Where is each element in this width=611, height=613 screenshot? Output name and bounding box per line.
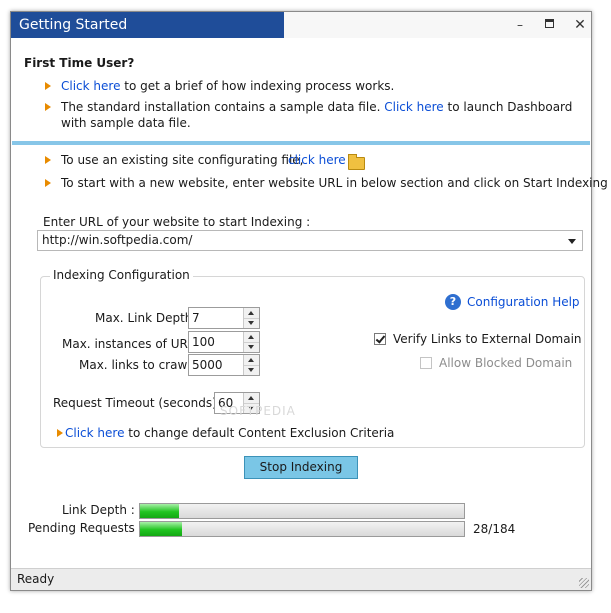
allow-blocked-label: Allow Blocked Domain [439, 356, 573, 370]
minimize-button[interactable]: – [511, 17, 529, 33]
window-title: Getting Started [11, 12, 284, 38]
max-links-value: 5000 [192, 358, 223, 372]
status-text: Ready [17, 572, 55, 586]
bullet-icon [45, 179, 51, 187]
verify-links-checkbox[interactable] [374, 333, 386, 345]
tutorial-text: to get a brief of how indexing process w… [124, 79, 395, 93]
section-separator [12, 141, 590, 145]
title-bar: Getting Started – ✕ [11, 12, 591, 38]
exclusion-line: Click here to change default Content Exc… [65, 426, 394, 440]
open-config-link[interactable]: click here [288, 153, 346, 167]
decrement-button[interactable] [244, 318, 259, 328]
exclusion-criteria-text: to change default Content Exclusion Crit… [128, 426, 395, 440]
max-links-label: Max. links to crawl: [79, 358, 195, 372]
new-website-text: To start with a new website, enter websi… [61, 176, 608, 190]
maximize-button[interactable] [541, 17, 559, 33]
softpedia-watermark: SOFTPEDIA [220, 404, 296, 418]
max-links-spinner[interactable]: 5000 [188, 354, 260, 376]
allow-blocked-checkbox[interactable] [420, 357, 432, 369]
max-instances-spinner[interactable]: 100 [188, 331, 260, 353]
pending-requests-count: 28/184 [473, 522, 516, 536]
sample-data-text: The standard installation contains a sam… [61, 100, 381, 114]
status-bar: Ready [11, 568, 591, 590]
folder-open-icon[interactable] [348, 154, 365, 170]
link-depth-progress-label: Link Depth : [62, 503, 135, 517]
sample-data-text-line2: with sample data file. [61, 116, 191, 130]
help-icon[interactable]: ? [445, 294, 461, 310]
url-value: http://win.softpedia.com/ [42, 233, 193, 247]
resize-grip-icon[interactable] [579, 578, 589, 588]
verify-links-label: Verify Links to External Domain [393, 332, 582, 346]
pending-requests-progress-fill [140, 522, 183, 536]
close-button[interactable]: ✕ [571, 17, 589, 33]
chevron-down-icon[interactable] [568, 239, 576, 244]
indexing-config-title: Indexing Configuration [50, 268, 193, 282]
url-label: Enter URL of your website to start Index… [43, 215, 311, 229]
max-link-depth-spinner[interactable]: 7 [188, 307, 260, 329]
launch-dashboard-link[interactable]: Click here [384, 100, 443, 114]
existing-config-text: To use an existing site configurating fi… [61, 153, 304, 167]
max-link-depth-label: Max. Link Depth: [95, 311, 197, 325]
pending-requests-label: Pending Requests : [28, 521, 143, 535]
pending-requests-progress-bar [139, 521, 465, 537]
tutorial-line: Click here to get a brief of how indexin… [61, 79, 394, 93]
url-combobox[interactable]: http://win.softpedia.com/ [37, 230, 583, 251]
request-timeout-label: Request Timeout (seconds): [53, 396, 221, 410]
stop-indexing-button[interactable]: Stop Indexing [244, 456, 358, 479]
bullet-icon [45, 103, 51, 111]
sample-data-text-after: to launch Dashboard [447, 100, 573, 114]
configuration-help-link[interactable]: Configuration Help [467, 295, 580, 309]
link-depth-progress-bar [139, 503, 465, 519]
sample-data-line: The standard installation contains a sam… [61, 100, 572, 114]
bullet-icon [57, 429, 63, 437]
link-depth-progress-fill [140, 504, 179, 518]
decrement-button[interactable] [244, 365, 259, 375]
max-instances-value: 100 [192, 335, 215, 349]
max-instances-label: Max. instances of URL: [62, 337, 199, 351]
getting-started-window: Getting Started – ✕ First Time User? Cli… [10, 11, 608, 591]
decrement-button[interactable] [244, 342, 259, 352]
exclusion-criteria-link[interactable]: Click here [65, 426, 124, 440]
bullet-icon [45, 156, 51, 164]
bullet-icon [45, 82, 51, 90]
first-time-heading: First Time User? [24, 56, 135, 70]
tutorial-link[interactable]: Click here [61, 79, 120, 93]
max-link-depth-value: 7 [192, 311, 200, 325]
